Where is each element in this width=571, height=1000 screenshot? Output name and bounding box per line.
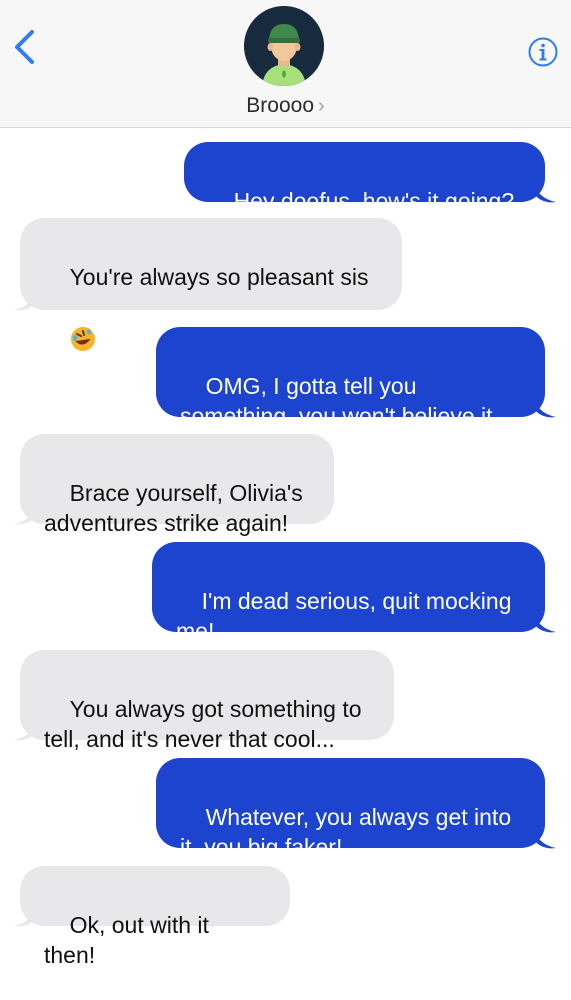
conversation-header: Broooo › — [0, 0, 571, 128]
bubble-tail-sent — [534, 395, 556, 418]
contact-name-button[interactable]: Broooo › — [0, 94, 571, 118]
message-text: Whatever, you always get into it, you bi… — [180, 804, 512, 860]
message-bubble-sent[interactable]: OMG, I gotta tell you something, you won… — [156, 327, 545, 429]
person-avatar-icon — [244, 6, 324, 86]
message-thread[interactable]: Hey doofus, how's it going? You're alway… — [0, 128, 571, 968]
bubble-tail-received — [14, 288, 36, 311]
message-text: Hey doofus, how's it going? — [233, 188, 515, 214]
chevron-left-icon — [15, 30, 34, 64]
message-bubble-sent[interactable]: Hey doofus, how's it going? — [184, 142, 545, 214]
message-text: I'm dead serious, quit mocking me! — [176, 588, 512, 644]
message-bubble-received[interactable]: Ok, out with it then! — [20, 866, 290, 968]
message-text: Ok, out with it then! — [44, 912, 216, 968]
bubble-tail-received — [14, 718, 36, 741]
message-bubble-received[interactable]: You always got something to tell, and it… — [20, 650, 394, 752]
bubble-tail-sent — [534, 826, 556, 849]
back-button[interactable] — [10, 28, 40, 66]
message-bubble-sent[interactable]: I'm dead serious, quit mocking me! — [152, 542, 545, 644]
rolling-on-floor-laughing-emoji — [70, 326, 95, 351]
message-text: OMG, I gotta tell you something, you won… — [180, 373, 493, 429]
contact-name: Broooo — [246, 94, 315, 117]
chevron-right-icon: › — [318, 95, 325, 117]
bubble-tail-sent — [534, 610, 556, 633]
contact-avatar[interactable] — [244, 6, 324, 86]
message-bubble-received[interactable]: Brace yourself, Olivia's adventures stri… — [20, 434, 334, 536]
message-text: Brace yourself, Olivia's adventures stri… — [44, 480, 303, 536]
message-text: You're always so pleasant sis — [69, 264, 369, 290]
bubble-tail-sent — [534, 180, 556, 203]
message-bubble-received[interactable]: You're always so pleasant sis — [20, 218, 402, 351]
info-icon — [528, 37, 558, 67]
message-bubble-sent[interactable]: Whatever, you always get into it, you bi… — [156, 758, 545, 860]
bubble-tail-received — [14, 904, 36, 927]
info-button[interactable] — [527, 36, 559, 68]
bubble-tail-received — [14, 502, 36, 525]
message-text: You always got something to tell, and it… — [44, 696, 362, 752]
